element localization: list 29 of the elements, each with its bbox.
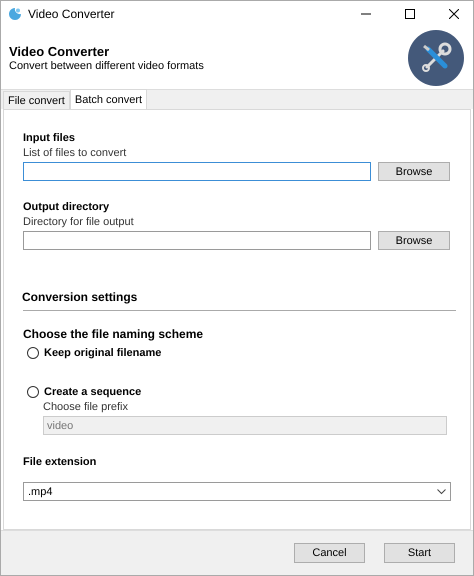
- field-label: File extension: [23, 456, 98, 468]
- field-description: Directory for file output: [23, 216, 135, 228]
- dialog-button[interactable]: Cancel: [294, 543, 365, 563]
- tab[interactable]: File convert: [3, 91, 70, 109]
- close-icon: [449, 9, 459, 19]
- browse-button[interactable]: Browse: [378, 231, 450, 250]
- path-field[interactable]: [23, 162, 371, 181]
- chevron-down-icon: [437, 488, 446, 494]
- window-title: Video Converter: [28, 7, 116, 21]
- group-label: Choose the file naming scheme: [23, 327, 204, 341]
- field-description: Choose file prefix: [43, 401, 129, 413]
- radio-button[interactable]: [27, 347, 39, 359]
- section-heading: Conversion settings: [22, 290, 138, 304]
- field-label: Input files: [23, 132, 76, 144]
- tools-icon: [407, 29, 465, 87]
- radio-label: Create a sequence: [44, 386, 142, 398]
- path-field[interactable]: [23, 231, 371, 250]
- radio-label: Keep original filename: [44, 347, 162, 359]
- header-title: Video Converter: [9, 44, 110, 59]
- header-subtitle: Convert between different video formats: [9, 60, 204, 72]
- maximize-icon: [405, 9, 415, 19]
- field-description: List of files to convert: [23, 147, 128, 159]
- dialog-button[interactable]: Start: [384, 543, 455, 563]
- tab[interactable]: Batch convert: [70, 89, 148, 109]
- browse-button[interactable]: Browse: [378, 162, 450, 181]
- field-label: Output directory: [23, 201, 110, 213]
- radio-button[interactable]: [27, 386, 39, 398]
- app-icon: [8, 7, 22, 21]
- extension-dropdown[interactable]: .mp4: [23, 482, 451, 501]
